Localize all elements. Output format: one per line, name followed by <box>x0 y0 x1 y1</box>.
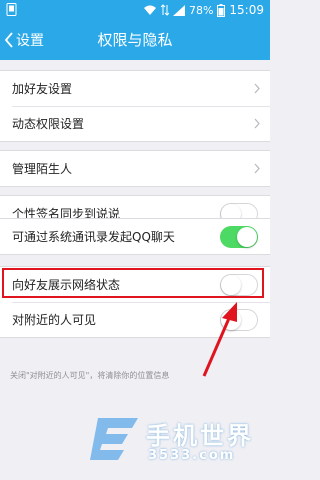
chevron-right-icon <box>254 83 260 94</box>
watermark: 手机世界 3533.com <box>88 412 263 472</box>
contacts-chat-group: 可通过系统通讯录发起QQ聊天 <box>0 218 270 255</box>
chevron-right-icon <box>254 163 260 174</box>
wifi-icon <box>143 5 156 15</box>
network-status-toggle[interactable] <box>220 273 258 296</box>
status-bar: 78% 15:09 <box>0 0 270 20</box>
clock: 15:09 <box>229 3 264 17</box>
battery-percent: 78% <box>188 3 214 17</box>
toggle-knob <box>237 226 257 247</box>
friend-settings-group: 加好友设置 动态权限设置 <box>0 70 270 142</box>
list-item-label: 对附近的人可见 <box>12 313 97 327</box>
stranger-group: 管理陌生人 <box>0 150 270 187</box>
list-item-add-friend-settings[interactable]: 加好友设置 <box>0 71 270 106</box>
phone-icon <box>6 3 17 16</box>
watermark-logo-icon <box>90 418 138 460</box>
chevron-right-icon <box>254 118 260 129</box>
list-item-label: 向好友展示网络状态 <box>12 278 121 292</box>
list-item-label: 动态权限设置 <box>12 117 85 131</box>
list-item-manage-strangers[interactable]: 管理陌生人 <box>0 151 270 186</box>
list-item-label: 加好友设置 <box>12 82 73 96</box>
pointer-arrow-icon <box>202 302 237 377</box>
nearby-visibility-note: 关闭"对附近的人可见"，将清除你的位置信息 <box>10 371 170 380</box>
list-item-contacts-chat: 可通过系统通讯录发起QQ聊天 <box>0 219 270 254</box>
page-title: 权限与隐私 <box>97 31 173 49</box>
list-item-show-network-status: 向好友展示网络状态 <box>0 267 270 302</box>
contacts-chat-toggle[interactable] <box>220 225 258 248</box>
nav-bar: 设置 权限与隐私 <box>0 20 270 60</box>
list-item-feed-permissions[interactable]: 动态权限设置 <box>0 106 270 141</box>
list-item-label: 管理陌生人 <box>12 162 73 176</box>
toggle-knob <box>221 274 241 295</box>
battery-icon <box>217 3 226 17</box>
signal-icon <box>172 4 185 16</box>
list-item-label: 可通过系统通讯录发起QQ聊天 <box>12 230 175 244</box>
watermark-title: 手机世界 <box>146 422 254 450</box>
data-transfer-icon <box>160 4 169 16</box>
watermark-subtitle: 3533.com <box>148 448 236 463</box>
